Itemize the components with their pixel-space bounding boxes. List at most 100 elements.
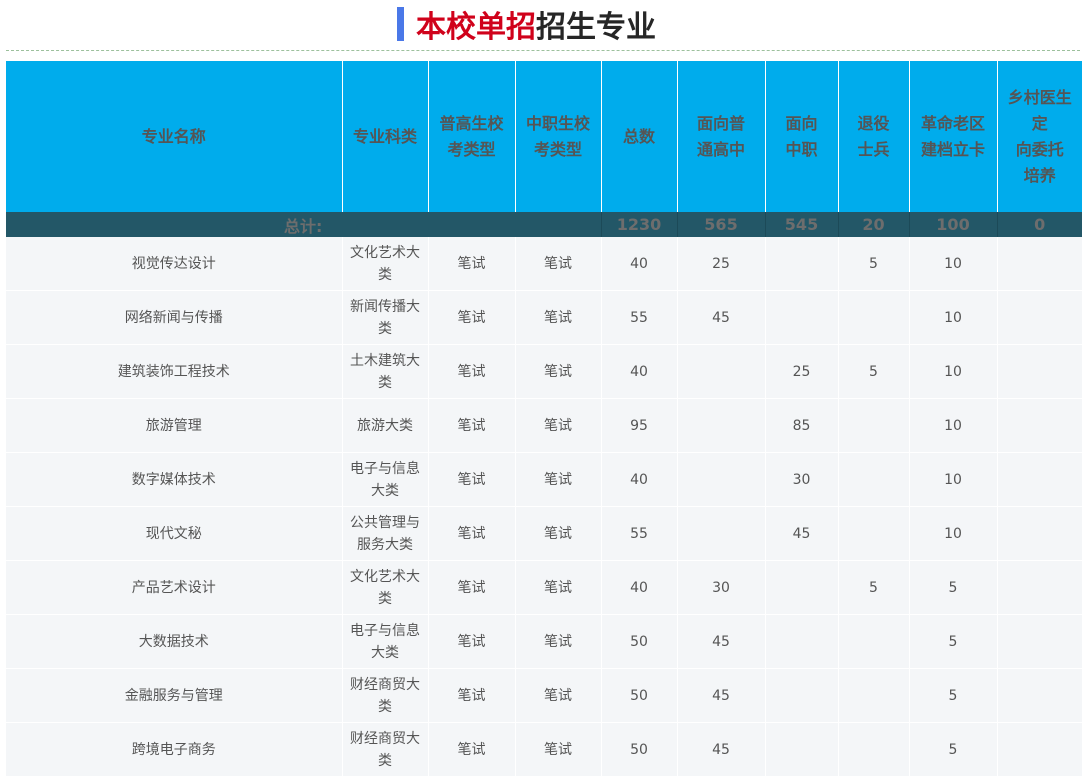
category-text: 电子与信息 (350, 622, 420, 639)
header-text: 定 (1031, 113, 1048, 133)
village-cell (996, 398, 1082, 453)
general-exam-cell: 笔试 (427, 506, 515, 561)
total-cell: 40 (600, 452, 677, 507)
general-cell (676, 398, 765, 453)
veterans-cell (837, 722, 909, 777)
header-text: 向委托 (1015, 139, 1064, 159)
total-row: 总计: 1230 565 545 20 100 0 (6, 212, 1082, 237)
table-row: 旅游管理 旅游大类 笔试 笔试 95 85 10 (6, 398, 1082, 453)
category-text: 大类 (371, 644, 399, 661)
vocational-cell (764, 668, 838, 723)
village-cell (996, 344, 1082, 399)
header-village: 乡村医生定向委托培养 (996, 61, 1082, 212)
category-text: 类 (378, 374, 392, 391)
header-text: 面向普 (696, 113, 745, 133)
category-text: 类 (378, 698, 392, 715)
page-title-rest: 招生专业 (536, 10, 656, 45)
total-cell: 95 (600, 398, 677, 453)
header-general-exam: 普高生校 考类型 (427, 61, 516, 212)
total-cell: 50 (600, 668, 677, 723)
village-cell (996, 668, 1082, 723)
general-exam-cell: 笔试 (427, 344, 515, 399)
vocational-cell (764, 290, 838, 345)
general-cell: 45 (676, 614, 765, 669)
major-name-cell: 大数据技术 (6, 614, 342, 669)
header-general: 面向普 通高中 (676, 61, 766, 212)
category-cell: 公共管理与 服务大类 (341, 506, 428, 561)
header-text: 专业科类 (352, 126, 417, 146)
header-total: 总数 (600, 61, 678, 212)
header-text: 退役 (857, 113, 890, 133)
category-text: 公共管理与 (350, 514, 420, 531)
veterans-cell (837, 614, 909, 669)
table-row: 现代文秘 公共管理与 服务大类 笔试 笔试 55 45 10 (6, 506, 1082, 561)
table-header-row: 专业名称 专业科类 普高生校 考类型 中职生校 考类型 总数 面向普 通高中 面向 中职 退役 士兵 革命… (6, 61, 1082, 212)
category-text: 大类 (371, 482, 399, 499)
veterans-cell (837, 668, 909, 723)
total-cell: 55 (600, 506, 677, 561)
header-text: 乡村医生 (1007, 87, 1072, 107)
category-text: 新闻传播大 (350, 298, 420, 315)
total-count: 1230 (600, 212, 677, 237)
vocational-exam-cell: 笔试 (514, 668, 601, 723)
total-cell: 40 (600, 560, 677, 615)
general-exam-cell: 笔试 (427, 290, 515, 345)
total-village: 0 (996, 212, 1082, 237)
header-major-name: 专业名称 (6, 61, 343, 212)
total-cell: 50 (600, 722, 677, 777)
category-text: 文化艺术大 (350, 244, 420, 261)
vocational-exam-cell: 笔试 (514, 722, 601, 777)
header-text: 通高中 (696, 139, 745, 159)
vocational-exam-cell: 笔试 (514, 452, 601, 507)
table-row: 跨境电子商务 财经商贸大类笔试 笔试 50 45 5 (6, 722, 1082, 777)
category-cell: 新闻传播大类 (341, 290, 428, 345)
category-cell: 电子与信息 大类 (341, 614, 428, 669)
category-cell: 电子与信息 大类 (341, 452, 428, 507)
header-text: 建档立卡 (920, 139, 985, 159)
header-veterans: 退役 士兵 (837, 61, 910, 212)
revolution-cell: 5 (908, 560, 997, 615)
vocational-exam-cell: 笔试 (514, 560, 601, 615)
revolution-cell: 5 (908, 614, 997, 669)
vocational-cell: 25 (764, 344, 838, 399)
general-cell: 45 (676, 290, 765, 345)
veterans-cell (837, 506, 909, 561)
general-exam-cell: 笔试 (427, 452, 515, 507)
vocational-cell: 30 (764, 452, 838, 507)
major-name-cell: 建筑装饰工程技术 (6, 344, 342, 399)
total-veterans: 20 (837, 212, 909, 237)
category-cell: 文化艺术大类 (341, 560, 428, 615)
header-vocational: 面向 中职 (764, 61, 839, 212)
veterans-cell: 5 (837, 560, 909, 615)
category-cell: 旅游大类 (341, 398, 428, 453)
vocational-exam-cell: 笔试 (514, 506, 601, 561)
header-category: 专业科类 (341, 61, 429, 212)
general-exam-cell: 笔试 (427, 398, 515, 453)
village-cell (996, 452, 1082, 507)
major-name-cell: 视觉传达设计 (6, 237, 342, 291)
header-text: 专业名称 (141, 126, 206, 146)
vocational-cell: 45 (764, 506, 838, 561)
revolution-cell: 10 (908, 398, 997, 453)
table-row: 视觉传达设计 文化艺术大类笔试 笔试 40 25 5 10 (6, 237, 1082, 291)
header-vocational-exam: 中职生校 考类型 (514, 61, 602, 212)
major-name-cell: 网络新闻与传播 (6, 290, 342, 345)
total-vocational: 545 (764, 212, 838, 237)
admissions-table: 专业名称 专业科类 普高生校 考类型 中职生校 考类型 总数 面向普 通高中 面向 中职 退役 士兵 革命… (6, 61, 1082, 777)
header-text: 面向 (785, 113, 818, 133)
total-cell: 55 (600, 290, 677, 345)
major-name-cell: 旅游管理 (6, 398, 342, 453)
general-cell (676, 506, 765, 561)
veterans-cell (837, 452, 909, 507)
vocational-cell (764, 614, 838, 669)
category-text: 旅游大类 (357, 417, 413, 434)
table-row: 产品艺术设计 文化艺术大类笔试 笔试 40 30 5 5 (6, 560, 1082, 615)
page-title: 本校单招 招生专业 (397, 2, 656, 46)
header-text: 培养 (1023, 165, 1056, 185)
category-text: 类 (378, 752, 392, 769)
total-general: 565 (676, 212, 765, 237)
village-cell (996, 722, 1082, 777)
village-cell (996, 290, 1082, 345)
category-cell: 文化艺术大类 (341, 237, 428, 291)
revolution-cell: 10 (908, 237, 997, 291)
